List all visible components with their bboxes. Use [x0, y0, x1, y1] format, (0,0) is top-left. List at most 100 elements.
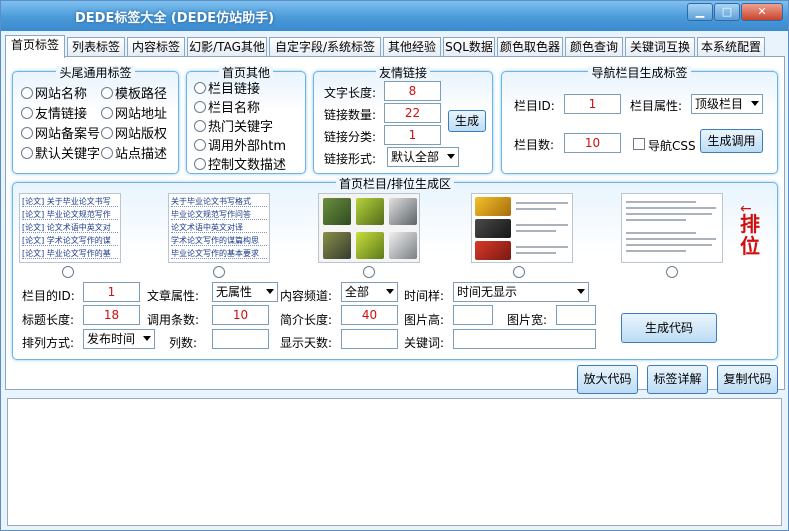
chevron-down-icon: [447, 154, 455, 159]
link-count-label: 链接数量:: [324, 108, 377, 122]
radio-copyright[interactable]: 网站版权: [101, 123, 167, 142]
tab-home-tags[interactable]: 首页标签: [5, 35, 65, 58]
tab-strip: 首页标签 列表标签 内容标签 幻影/TAG其他 自定字段/系统标签 其他经验 S…: [5, 35, 785, 58]
layout-preview-image-grid[interactable]: [318, 193, 420, 263]
columns-input[interactable]: [212, 329, 269, 349]
friend-links-generate-button[interactable]: 生成: [448, 110, 486, 132]
tab-other-exp[interactable]: 其他经验: [383, 37, 441, 57]
chevron-down-icon: [143, 336, 151, 341]
link-form-select[interactable]: 默认全部: [387, 147, 459, 167]
channel-select[interactable]: 全部: [341, 282, 398, 302]
tab-color-query[interactable]: 颜色查询: [565, 37, 623, 57]
nav-column-id-label: 栏目ID:: [514, 99, 555, 113]
column-id-label: 栏目的ID:: [22, 289, 75, 303]
tab-color-picker[interactable]: 颜色取色器: [497, 37, 563, 57]
time-style-label: 时间样:: [404, 289, 445, 303]
tab-list-tags[interactable]: 列表标签: [67, 37, 125, 57]
img-height-label: 图片高:: [404, 313, 445, 327]
article-attr-label: 文章属性:: [147, 289, 200, 303]
time-style-select[interactable]: 时间无显示: [453, 282, 589, 302]
img-height-input[interactable]: [453, 305, 493, 325]
layout-radio-5[interactable]: [666, 266, 678, 278]
radio-external-htm[interactable]: 调用外部htm: [194, 135, 286, 154]
title-length-label: 标题长度:: [22, 313, 75, 327]
close-button[interactable]: ✕: [741, 3, 783, 21]
tab-slide-tag[interactable]: 幻影/TAG其他: [187, 37, 267, 57]
keyword-label: 关键词:: [404, 336, 445, 350]
tab-sql-data[interactable]: SQL数据: [443, 37, 495, 57]
nav-css-label: 导航CSS: [648, 139, 696, 153]
radio-site-name[interactable]: 网站名称: [21, 83, 87, 102]
nav-column-count-input[interactable]: 10: [564, 133, 621, 153]
img-width-input[interactable]: [556, 305, 596, 325]
radio-desc-control[interactable]: 控制文数描述: [194, 154, 286, 173]
generate-code-button[interactable]: 生成代码: [621, 313, 717, 343]
nav-column-id-input[interactable]: 1: [564, 94, 621, 114]
radio-hot-keywords[interactable]: 热门关键字: [194, 116, 273, 135]
link-category-input[interactable]: 1: [384, 125, 441, 145]
keyword-input[interactable]: [453, 329, 596, 349]
maximize-button[interactable]: □: [714, 3, 740, 21]
layout-preview-list-tagged[interactable]: [论文] 关于毕业论文书写 [论文] 毕业论文规范写作 [论文] 论文术语中英文…: [19, 193, 121, 263]
intro-length-label: 简介长度:: [280, 313, 333, 327]
call-count-label: 调用条数:: [147, 313, 200, 327]
nav-generate-call-button[interactable]: 生成调用: [700, 129, 763, 153]
column-id-input[interactable]: 1: [83, 282, 140, 302]
friend-links-group: 友情链接 文字长度: 8 链接数量: 22 链接分类: 1 链接形式: 默认全部…: [313, 66, 493, 174]
home-other-group: 首页其他 栏目链接 栏目名称 热门关键字 调用外部htm 控制文数描述: [186, 66, 306, 174]
layout-preview-text-summary[interactable]: [621, 193, 723, 263]
maximize-icon: □: [721, 5, 733, 18]
window-title: DEDE标签大全 (DEDE仿站助手): [75, 11, 275, 26]
chevron-down-icon: [386, 289, 394, 294]
radio-icp-number[interactable]: 网站备案号: [21, 123, 100, 142]
copy-code-button[interactable]: 复制代码: [717, 365, 778, 394]
layout-preview-list-plain[interactable]: 关于毕业论文书写格式 毕业论文规范写作问答 论文术语中英文对译 学术论文写作的谋…: [168, 193, 270, 263]
chevron-down-icon: [577, 289, 585, 294]
columns-label: 列数:: [169, 336, 198, 350]
header-tags-group: 头尾通用标签 网站名称 模板路径 友情链接 网站地址 网站备案号 网站版权 默认…: [12, 66, 179, 174]
tab-keyword-swap[interactable]: 关键词互换: [625, 37, 695, 57]
link-count-input[interactable]: 22: [384, 103, 441, 123]
friend-links-caption: 友情链接: [375, 66, 430, 80]
article-attr-select[interactable]: 无属性: [212, 282, 278, 302]
text-length-input[interactable]: 8: [384, 81, 441, 101]
enlarge-code-button[interactable]: 放大代码: [577, 365, 638, 394]
tab-custom-fields[interactable]: 自定字段/系统标签: [269, 37, 381, 57]
radio-default-keywords[interactable]: 默认关键字: [21, 143, 100, 162]
text-length-label: 文字长度:: [324, 86, 377, 100]
minimize-button[interactable]: ▁: [687, 3, 713, 21]
nav-tags-caption: 导航栏目生成标签: [588, 66, 691, 80]
img-width-label: 图片宽:: [507, 313, 548, 327]
channel-label: 内容频道:: [280, 289, 333, 303]
close-icon: ✕: [757, 5, 767, 18]
tag-detail-button[interactable]: 标签详解: [647, 365, 708, 394]
nav-column-count-label: 栏目数:: [514, 138, 555, 152]
tab-content-tags[interactable]: 内容标签: [127, 37, 185, 57]
call-count-input[interactable]: 10: [212, 305, 269, 325]
radio-column-name[interactable]: 栏目名称: [194, 97, 260, 116]
sort-select[interactable]: 发布时间: [83, 329, 155, 349]
tab-system-config[interactable]: 本系统配置: [697, 37, 765, 57]
title-length-input[interactable]: 18: [83, 305, 140, 325]
radio-site-description[interactable]: 站点描述: [101, 143, 167, 162]
intro-length-input[interactable]: 40: [341, 305, 398, 325]
link-category-label: 链接分类:: [324, 130, 377, 144]
home-column-caption: 首页栏目/排位生成区: [335, 177, 455, 191]
chevron-down-icon: [266, 289, 274, 294]
chevron-down-icon: [751, 101, 759, 106]
show-days-input[interactable]: [341, 329, 398, 349]
show-days-label: 显示天数:: [280, 336, 333, 350]
title-bar: DEDE标签大全 (DEDE仿站助手) ▁ □ ✕: [1, 1, 788, 31]
layout-radio-2[interactable]: [213, 266, 225, 278]
code-output-textarea[interactable]: [7, 398, 782, 526]
layout-radio-4[interactable]: [513, 266, 525, 278]
layout-radio-1[interactable]: [62, 266, 74, 278]
radio-column-link[interactable]: 栏目链接: [194, 78, 260, 97]
layout-preview-image-text[interactable]: [471, 193, 573, 263]
layout-radio-3[interactable]: [363, 266, 375, 278]
radio-friend-links[interactable]: 友情链接: [21, 103, 87, 122]
nav-column-attr-select[interactable]: 顶级栏目: [691, 94, 763, 114]
radio-site-url[interactable]: 网站地址: [101, 103, 167, 122]
radio-template-path[interactable]: 模板路径: [101, 83, 167, 102]
nav-css-checkbox[interactable]: [633, 138, 645, 150]
